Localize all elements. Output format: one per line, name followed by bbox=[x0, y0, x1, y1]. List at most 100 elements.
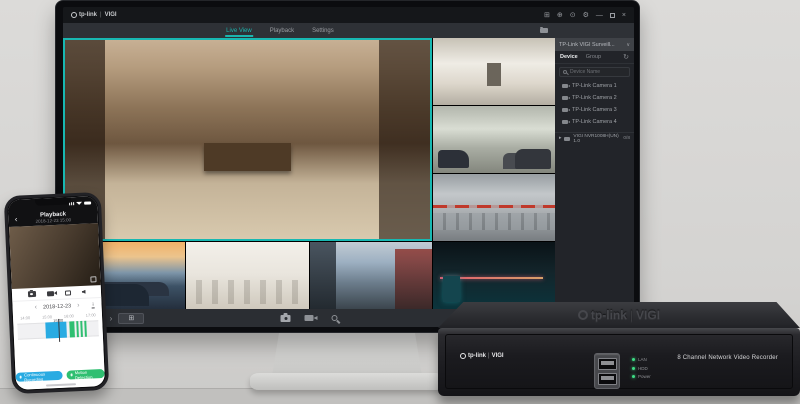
camera-tile-office[interactable] bbox=[186, 242, 308, 309]
phone: ‹ Playback 2018-12-23 15:00 bbox=[4, 192, 110, 394]
phone-video-player[interactable] bbox=[9, 223, 101, 289]
phone-screen: ‹ Playback 2018-12-23 15:00 bbox=[8, 196, 105, 390]
status-icon[interactable]: ⊙ bbox=[570, 11, 576, 19]
folder-icon[interactable] bbox=[540, 28, 548, 33]
led-row: LAN bbox=[632, 357, 651, 362]
camera-tile-entrance[interactable] bbox=[433, 242, 555, 309]
led-label: LAN bbox=[638, 357, 647, 362]
brand-name: tp-link bbox=[79, 12, 97, 18]
tplink-logo-icon bbox=[460, 353, 466, 359]
nvr-front-logo: tp-link | VIGI bbox=[460, 353, 504, 359]
nvr-top-face: tp-link | VIGI bbox=[438, 302, 800, 328]
camera-tile-street[interactable] bbox=[310, 242, 432, 309]
vms-titlebar: tp-link | VIGI ⊞ ⊕ ⊙ ⚙ — × bbox=[63, 7, 634, 23]
sound-icon[interactable] bbox=[81, 290, 85, 294]
phone-page-subtitle: 2018-12-23 15:00 bbox=[35, 217, 71, 224]
phone-legend: Continuous Recording Motion Detection bbox=[15, 369, 105, 390]
phone-body: ‹ 2018-12-23 › ↓ 14:00 15:00 16:00 17:00 bbox=[12, 285, 105, 390]
legend-dot-icon bbox=[70, 373, 73, 376]
tab-settings[interactable]: Settings bbox=[311, 25, 335, 37]
brand-divider: | bbox=[630, 308, 633, 322]
camera-name: TP-Link Camera 2 bbox=[572, 95, 617, 101]
digital-zoom-icon[interactable] bbox=[332, 315, 338, 321]
clip-icon[interactable] bbox=[64, 290, 70, 295]
continuous-recording-segment[interactable] bbox=[45, 322, 67, 339]
nvr-name: VIGI NVR1008H(UN) 1.0 bbox=[573, 134, 620, 144]
search-icon bbox=[563, 70, 567, 74]
led-row: Power bbox=[632, 374, 651, 379]
apps-icon[interactable]: ⊞ bbox=[544, 11, 550, 19]
camera-name: TP-Link Camera 3 bbox=[572, 107, 617, 113]
record-icon[interactable] bbox=[305, 315, 314, 321]
nvr-icon bbox=[564, 137, 570, 141]
next-page-button[interactable]: › bbox=[110, 314, 113, 323]
tplink-logo-icon bbox=[71, 12, 77, 18]
device-list-item-camera1[interactable]: TP-Link Camera 1 bbox=[555, 80, 634, 92]
tab-device[interactable]: Device bbox=[560, 54, 578, 60]
device-list-item-nvr[interactable]: ▸ VIGI NVR1008H(UN) 1.0 0/8 bbox=[555, 132, 634, 144]
date-label[interactable]: 2018-12-23 bbox=[43, 303, 71, 310]
fullscreen-icon[interactable] bbox=[90, 276, 96, 282]
nvr-front-panel: tp-link | VIGI 8 Channel Network Video R… bbox=[438, 328, 800, 396]
camera-tile-hall[interactable] bbox=[433, 38, 555, 105]
playhead-time: 15:00 bbox=[53, 318, 63, 323]
expand-arrow-icon[interactable]: ▸ bbox=[559, 136, 561, 141]
snapshot-icon[interactable] bbox=[281, 315, 291, 322]
tab-group[interactable]: Group bbox=[586, 54, 601, 60]
layout-select-button[interactable]: ⊞ bbox=[118, 313, 144, 324]
camera-name: TP-Link Camera 4 bbox=[572, 119, 617, 125]
network-icon[interactable]: ⊕ bbox=[557, 11, 563, 19]
device-list-item-camera4[interactable]: TP-Link Camera 4 bbox=[555, 116, 634, 128]
video-area: ‹ › ⊞ bbox=[63, 38, 555, 327]
nvr-channel-count: 0/8 bbox=[623, 136, 630, 141]
download-icon[interactable]: ↓ bbox=[91, 301, 94, 308]
toolbar-center bbox=[281, 315, 338, 322]
restore-button[interactable] bbox=[610, 13, 615, 18]
camera-icon bbox=[562, 96, 568, 100]
refresh-icon[interactable]: ↻ bbox=[623, 53, 629, 61]
nvr-top-logo: tp-link | VIGI bbox=[578, 308, 660, 322]
led-icon bbox=[632, 375, 635, 378]
tick-label: 16:00 bbox=[64, 313, 74, 318]
search-input[interactable] bbox=[570, 69, 626, 75]
led-icon bbox=[632, 367, 635, 370]
motion-recording-segment[interactable] bbox=[69, 321, 75, 337]
chevron-down-icon: ∨ bbox=[626, 42, 630, 48]
close-button[interactable]: × bbox=[622, 12, 626, 19]
brand-name: tp-link bbox=[468, 353, 486, 359]
minimize-button[interactable]: — bbox=[596, 12, 603, 19]
led-icon bbox=[632, 358, 635, 361]
camera-icon bbox=[562, 108, 568, 112]
usb-port-icon bbox=[598, 358, 617, 370]
tick-label: 14:00 bbox=[20, 315, 30, 320]
camera-icon bbox=[562, 120, 568, 124]
led-label: Power bbox=[638, 374, 651, 379]
camera-tile-warehouse[interactable] bbox=[433, 106, 555, 173]
camera-tile-garage[interactable] bbox=[433, 174, 555, 241]
camera-tile-main-museum[interactable] bbox=[63, 38, 432, 241]
prev-day-button[interactable]: ‹ bbox=[35, 304, 38, 311]
phone-timeline[interactable]: 14:00 15:00 16:00 17:00 15:00 bbox=[17, 312, 99, 350]
camera-icon bbox=[562, 84, 568, 88]
tab-playback[interactable]: Playback bbox=[269, 25, 295, 37]
device-list-item-camera2[interactable]: TP-Link Camera 2 bbox=[555, 92, 634, 104]
vms-brand-logo: tp-link | VIGI bbox=[71, 12, 117, 18]
brand-product: VIGI bbox=[636, 308, 660, 322]
led-label: HDD bbox=[638, 366, 648, 371]
next-day-button[interactable]: › bbox=[77, 302, 80, 309]
camera-name: TP-Link Camera 1 bbox=[572, 83, 617, 89]
tab-live-view[interactable]: Live View bbox=[225, 25, 253, 37]
phone-header: ‹ Playback 2018-12-23 15:00 bbox=[8, 196, 98, 227]
vms-menubar: Live View Playback Settings bbox=[63, 23, 634, 38]
snapshot-icon[interactable] bbox=[27, 291, 35, 297]
settings-gear-icon[interactable]: ⚙ bbox=[583, 11, 589, 19]
legend-continuous-recording: Continuous Recording bbox=[15, 371, 62, 382]
legend-motion-detection: Motion Detection bbox=[66, 369, 105, 380]
back-icon[interactable]: ‹ bbox=[15, 214, 18, 223]
device-search bbox=[559, 67, 630, 77]
monitor-stand-base bbox=[250, 373, 444, 390]
device-list-item-camera3[interactable]: TP-Link Camera 3 bbox=[555, 104, 634, 116]
server-dropdown[interactable]: TP-Link VIGI Surveill... ∨ bbox=[555, 38, 634, 51]
brand-divider: | bbox=[488, 353, 490, 359]
record-icon[interactable] bbox=[46, 291, 53, 296]
